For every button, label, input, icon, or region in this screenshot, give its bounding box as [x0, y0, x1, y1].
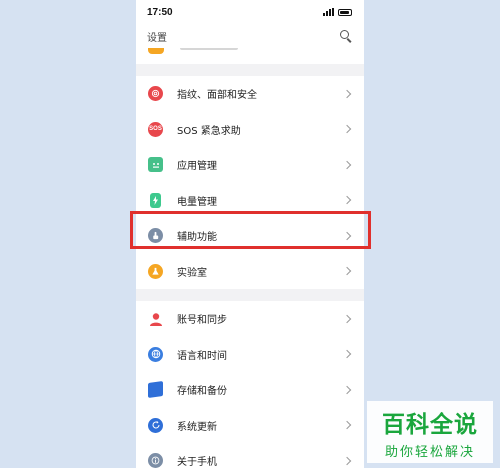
fingerprint-icon [148, 86, 163, 102]
settings-item-language[interactable]: 语言和时间 [136, 337, 364, 373]
chevron-right-icon [342, 231, 352, 240]
settings-item-sos[interactable]: SOS SOS 紧急求助 [136, 112, 364, 148]
settings-item-label: 账号和同步 [177, 315, 227, 327]
settings-item-label: 指纹、面部和安全 [177, 90, 257, 102]
settings-item-label: SOS 紧急求助 [177, 125, 241, 137]
chevron-right-icon [342, 196, 352, 205]
settings-item-label: 语言和时间 [177, 350, 227, 362]
chevron-right-icon [342, 267, 352, 276]
settings-item-label: 应用管理 [177, 161, 217, 173]
page-header: 设置 [136, 24, 364, 48]
settings-group-1: 指纹、面部和安全 SOS SOS 紧急求助 应用管理 电量管理 辅助功能 实验室 [136, 76, 364, 289]
signal-icon [323, 8, 334, 16]
settings-item-update[interactable]: 系统更新 [136, 408, 364, 444]
chevron-right-icon [342, 456, 352, 465]
battery-charge-icon [150, 192, 161, 208]
settings-item-label: 实验室 [177, 267, 207, 279]
app-icon [148, 157, 163, 173]
watermark-title: 百科全说 [382, 412, 478, 438]
settings-item-label: 存储和备份 [177, 386, 227, 398]
settings-item-battery[interactable]: 电量管理 [136, 183, 364, 219]
watermark-logo: 百科全说 助你轻松解决 [367, 401, 493, 463]
settings-group-2: 账号和同步 语言和时间 存储和备份 系统更新 关于手机 [136, 301, 364, 468]
settings-item-accessibility[interactable]: 辅助功能 [136, 218, 364, 254]
chevron-right-icon [342, 385, 352, 394]
accessibility-icon [148, 228, 163, 244]
settings-item-storage[interactable]: 存储和备份 [136, 372, 364, 408]
settings-item-account[interactable]: 账号和同步 [136, 301, 364, 337]
settings-item-label: 辅助功能 [177, 232, 217, 244]
chevron-right-icon [342, 89, 352, 98]
settings-screen: 17:50 设置 指纹、面部和安全 SOS SOS 紧急求助 应用管理 电量管理… [136, 0, 364, 468]
status-bar: 17:50 [136, 0, 364, 24]
settings-item-about[interactable]: 关于手机 [136, 443, 364, 468]
chevron-right-icon [342, 421, 352, 430]
chevron-right-icon [342, 125, 352, 134]
settings-item-apps[interactable]: 应用管理 [136, 147, 364, 183]
update-icon [148, 417, 163, 433]
info-icon [148, 453, 163, 468]
lab-icon [148, 263, 163, 279]
search-icon[interactable] [340, 30, 352, 43]
partial-item-icon [148, 48, 164, 54]
settings-item-security[interactable]: 指纹、面部和安全 [136, 76, 364, 112]
battery-icon [338, 8, 352, 16]
globe-icon [148, 346, 163, 362]
settings-item-lab[interactable]: 实验室 [136, 254, 364, 290]
list-item-partial[interactable] [136, 48, 364, 64]
account-icon [148, 311, 163, 326]
chevron-right-icon [342, 350, 352, 359]
chevron-right-icon [342, 314, 352, 323]
sos-icon: SOS [148, 121, 163, 137]
settings-item-label: 电量管理 [177, 196, 217, 208]
watermark-subtitle: 助你轻松解决 [384, 445, 475, 460]
page-title: 设置 [147, 32, 167, 44]
storage-icon [148, 381, 163, 399]
status-time: 17:50 [147, 6, 173, 18]
chevron-right-icon [342, 160, 352, 169]
settings-item-label: 系统更新 [177, 421, 217, 433]
settings-item-label: 关于手机 [177, 457, 217, 468]
